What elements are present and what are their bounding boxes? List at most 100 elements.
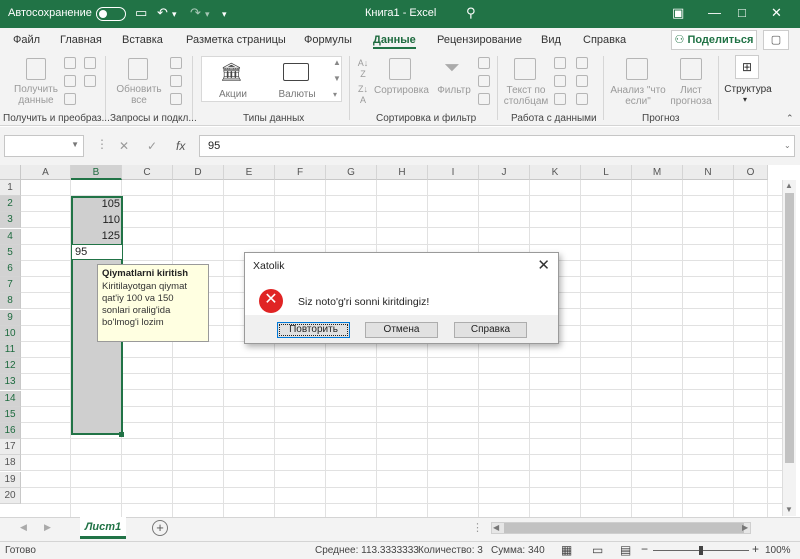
tab-home[interactable]: Главная [60,34,102,46]
cell-b2[interactable]: 105 [74,198,120,210]
get-data-button[interactable]: Получить данные [8,84,64,106]
from-table-icon[interactable] [64,75,76,87]
undo-icon[interactable]: ↶ [157,5,168,21]
retry-button[interactable]: Повторить [277,322,350,338]
column-header-m[interactable]: M [632,165,683,180]
active-cell-b5[interactable]: 95 [71,244,123,260]
dialog-close-icon[interactable]: ✕ [537,256,550,274]
save-icon[interactable]: ▭ [135,5,147,21]
stocks-button[interactable]: Акции [210,89,256,100]
row-header-12[interactable]: 12 [0,358,21,375]
row-header-10[interactable]: 10 [0,325,21,342]
column-header-o[interactable]: O [734,165,768,180]
row-header-4[interactable]: 4 [0,228,21,245]
share-button[interactable]: ⚇ Поделиться [671,30,757,50]
currencies-button[interactable]: Валюты [272,89,322,100]
help-button[interactable]: Справка [454,322,527,338]
row-header-14[interactable]: 14 [0,390,21,407]
page-layout-view-icon[interactable]: ▭ [592,543,603,557]
horizontal-scroll-thumb[interactable] [504,523,744,533]
zoom-in-icon[interactable]: + [752,542,759,556]
row-header-20[interactable]: 20 [0,487,21,504]
column-header-i[interactable]: I [428,165,479,180]
customize-qat-icon[interactable]: ▾ [222,9,227,20]
row-header-18[interactable]: 18 [0,455,21,472]
row-header-2[interactable]: 2 [0,196,21,213]
clear-filter-icon[interactable] [478,57,490,69]
undo-dropdown-icon[interactable]: ▾ [172,9,177,20]
name-box-dropdown-icon[interactable]: ▼ [71,140,79,149]
cancel-button[interactable]: Отмена [365,322,438,338]
zoom-level[interactable]: 100% [765,545,791,556]
scroll-left-icon[interactable]: ◀ [493,523,499,532]
edit-links-icon[interactable] [170,93,182,105]
column-header-e[interactable]: E [224,165,275,180]
existing-connections-icon[interactable] [64,93,76,105]
row-header-3[interactable]: 3 [0,212,21,229]
column-header-b[interactable]: B [71,165,122,180]
tab-view[interactable]: Вид [541,34,561,46]
row-header-19[interactable]: 19 [0,471,21,488]
sort-az-icon[interactable]: A↓ Z [356,58,370,80]
gallery-down-icon[interactable]: ▼ [333,74,341,83]
autosave-toggle[interactable] [96,7,126,21]
gallery-more-icon[interactable]: ▾ [333,90,337,99]
comments-icon[interactable]: ▢ [763,30,789,50]
column-header-l[interactable]: L [581,165,632,180]
scroll-down-icon[interactable]: ▼ [785,505,793,514]
row-header-11[interactable]: 11 [0,342,21,358]
column-header-n[interactable]: N [683,165,734,180]
row-header-1[interactable]: 1 [0,180,21,196]
select-all-button[interactable] [0,165,21,180]
outline-dropdown-icon[interactable]: ▾ [743,95,747,104]
confirm-entry-icon[interactable]: ✓ [147,139,157,153]
row-header-8[interactable]: 8 [0,293,21,310]
outline-button[interactable]: Структура [722,84,774,95]
what-if-button[interactable]: Анализ "что если" [610,85,666,107]
row-header-16[interactable]: 16 [0,423,21,439]
flash-fill-icon[interactable] [554,57,566,69]
reapply-icon[interactable] [478,75,490,87]
minimize-icon[interactable]: — [708,5,721,20]
recent-sources-icon[interactable] [84,75,96,87]
cell-b4[interactable]: 125 [74,230,120,242]
queries-icon[interactable] [170,57,182,69]
expand-formula-bar-icon[interactable]: ⌄ [784,141,791,150]
tab-insert[interactable]: Вставка [122,34,163,46]
tab-review[interactable]: Рецензирование [437,34,522,46]
tab-page-layout[interactable]: Разметка страницы [186,34,286,46]
prev-sheet-icon[interactable]: ◀ [20,522,27,533]
sort-za-icon[interactable]: Z↓ A [356,84,370,106]
column-header-g[interactable]: G [326,165,377,180]
collapse-ribbon-icon[interactable]: ⌃ [786,113,794,124]
zoom-out-icon[interactable]: − [641,542,648,556]
sheet-tab-1[interactable]: Лист1 [80,517,126,539]
add-sheet-icon[interactable]: + [152,520,168,536]
text-to-columns-button[interactable]: Текст по столбцам [502,85,550,107]
manage-data-model-icon[interactable] [576,93,588,105]
close-icon[interactable]: ✕ [771,5,782,21]
tab-help[interactable]: Справка [583,34,626,46]
row-header-5[interactable]: 5 [0,244,21,261]
filter-button[interactable]: Фильтр [436,85,472,96]
cancel-entry-icon[interactable]: ✕ [119,139,129,153]
normal-view-icon[interactable]: ▦ [561,543,572,557]
formula-bar-grip-icon[interactable]: ⋮ [96,137,108,151]
scroll-up-icon[interactable]: ▲ [785,181,793,190]
column-header-c[interactable]: C [122,165,173,180]
remove-duplicates-icon[interactable] [554,75,566,87]
relationships-icon[interactable] [576,75,588,87]
column-header-a[interactable]: A [21,165,71,180]
row-header-15[interactable]: 15 [0,406,21,423]
refresh-all-button[interactable]: Обновить все [112,84,166,106]
next-sheet-icon[interactable]: ▶ [44,522,51,533]
row-header-17[interactable]: 17 [0,439,21,456]
vertical-scroll-thumb[interactable] [785,193,794,463]
column-header-j[interactable]: J [479,165,530,180]
scroll-right-icon[interactable]: ▶ [742,523,748,532]
tab-formulas[interactable]: Формулы [304,34,352,46]
page-break-view-icon[interactable]: ▤ [620,543,631,557]
redo-icon[interactable]: ↷ [190,5,201,21]
consolidate-icon[interactable] [576,57,588,69]
zoom-slider-thumb[interactable] [699,546,703,555]
